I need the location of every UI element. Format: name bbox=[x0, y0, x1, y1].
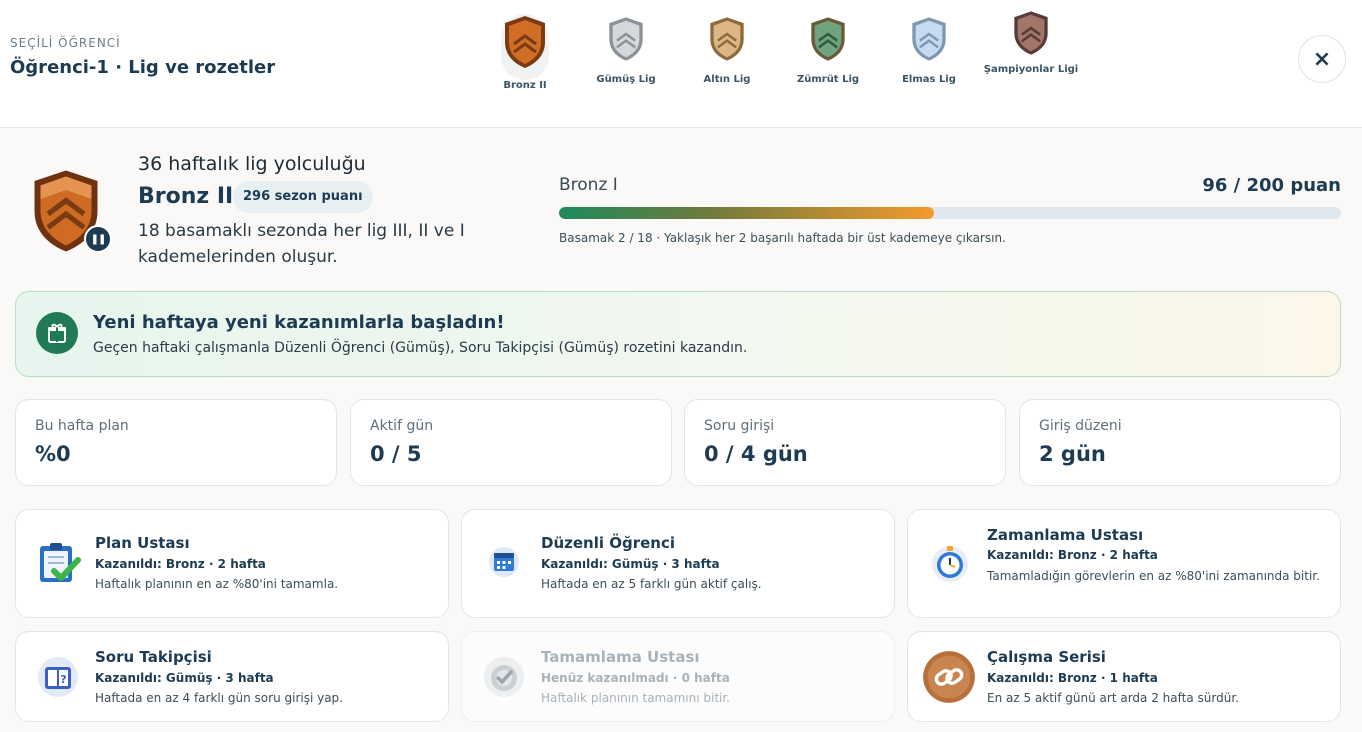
stat-label: Giriş düzeni bbox=[1039, 418, 1122, 434]
league-name: Şampiyonlar Ligi bbox=[983, 64, 1079, 75]
badge-status: Henüz kazanılmadı · 0 hafta bbox=[541, 671, 730, 685]
current-rank: Bronz II bbox=[138, 184, 234, 209]
close-button[interactable]: × bbox=[1298, 35, 1346, 83]
league-gold[interactable]: Altın Lig bbox=[677, 14, 777, 86]
selected-student-label: SEÇİLİ ÖĞRENCİ bbox=[10, 36, 121, 50]
calendar-icon bbox=[489, 547, 519, 577]
champions-shield-icon bbox=[1014, 11, 1048, 55]
achievement-banner: Yeni haftaya yeni kazanımlarla başladın!… bbox=[15, 291, 1341, 377]
diamond-shield-icon bbox=[912, 17, 946, 61]
badge-card-regular-student[interactable]: Düzenli Öğrenci Kazanıldı: Gümüş · 3 haf… bbox=[461, 509, 895, 618]
clipboard-check-icon bbox=[40, 543, 81, 582]
league-diamond[interactable]: Elmas Lig bbox=[879, 14, 979, 86]
next-rank-label: Bronz I bbox=[559, 175, 618, 195]
stat-card-question-entry: Soru girişi 0 / 4 gün bbox=[684, 399, 1006, 486]
season-points-badge: 296 sezon puanı bbox=[233, 181, 373, 213]
stat-label: Bu hafta plan bbox=[35, 418, 129, 434]
pause-icon: ❚❚ bbox=[84, 225, 112, 253]
badge-card-study-streak[interactable]: Çalışma Serisi Kazanıldı: Bronz · 1 haft… bbox=[907, 631, 1341, 722]
badge-card-question-tracker[interactable]: ? Soru Takipçisi Kazanıldı: Gümüş · 3 ha… bbox=[15, 631, 449, 722]
badge-status: Kazanıldı: Gümüş · 3 hafta bbox=[95, 671, 274, 685]
badge-title: Çalışma Serisi bbox=[987, 648, 1106, 666]
badge-description: En az 5 aktif günü art arda 2 hafta sürd… bbox=[987, 691, 1239, 705]
bronze-shield-icon bbox=[505, 16, 545, 68]
points-label: 96 / 200 puan bbox=[1202, 175, 1341, 196]
silver-shield-icon bbox=[609, 17, 643, 61]
league-name: Gümüş Lig bbox=[596, 74, 656, 85]
banner-text: Geçen haftaki çalışmanla Düzenli Öğrenci… bbox=[93, 340, 748, 356]
league-bronze[interactable]: Bronz II bbox=[475, 14, 575, 92]
badge-title: Düzenli Öğrenci bbox=[541, 534, 675, 552]
stat-label: Aktif gün bbox=[370, 418, 434, 434]
stat-card-plan: Bu hafta plan %0 bbox=[15, 399, 337, 486]
emerald-shield-icon bbox=[811, 17, 845, 61]
progress-track bbox=[559, 207, 1341, 219]
league-name: Altın Lig bbox=[703, 74, 751, 85]
league-name: Bronz II bbox=[503, 80, 547, 91]
badge-status: Kazanıldı: Bronz · 2 hafta bbox=[95, 557, 266, 571]
gold-shield-icon bbox=[710, 17, 744, 61]
stat-value: 0 / 5 bbox=[370, 442, 422, 466]
journey-text: 36 haftalık lig yolculuğu bbox=[138, 153, 366, 175]
badge-description: Haftalık planının en az %80'ini tamamla. bbox=[95, 577, 339, 591]
stopwatch-icon bbox=[932, 546, 968, 582]
league-emerald[interactable]: Zümrüt Lig bbox=[778, 14, 878, 86]
badge-title: Zamanlama Ustası bbox=[987, 526, 1144, 544]
league-description: 18 basamaklı sezonda her lig III, II ve … bbox=[138, 221, 465, 267]
stat-card-login-streak: Giriş düzeni 2 gün bbox=[1019, 399, 1341, 486]
league-champions[interactable]: Şampiyonlar Ligi bbox=[981, 8, 1081, 76]
stat-value: 2 gün bbox=[1039, 442, 1106, 466]
progress-fill bbox=[559, 207, 935, 219]
badge-status: Kazanıldı: Bronz · 2 hafta bbox=[987, 548, 1158, 562]
svg-text:?: ? bbox=[60, 673, 66, 686]
league-name: Elmas Lig bbox=[902, 74, 956, 85]
stat-value: %0 bbox=[35, 442, 71, 466]
badge-card-completion-master[interactable]: Tamamlama Ustası Henüz kazanılmadı · 0 h… bbox=[461, 631, 895, 722]
badge-title: Soru Takipçisi bbox=[95, 648, 212, 666]
target-icon bbox=[484, 657, 524, 697]
stat-value: 0 / 4 gün bbox=[704, 442, 808, 466]
badge-description: Tamamladığın görevlerin en az %80'ini za… bbox=[987, 569, 1320, 583]
badge-description: Haftada en az 4 farklı gün soru girişi y… bbox=[95, 691, 343, 705]
gift-icon bbox=[36, 312, 78, 354]
chain-link-icon bbox=[923, 651, 975, 703]
badge-status: Kazanıldı: Bronz · 1 hafta bbox=[987, 671, 1158, 685]
badge-description: Haftada en az 5 farklı gün aktif çalış. bbox=[541, 577, 762, 591]
stat-label: Soru girişi bbox=[704, 418, 775, 434]
banner-title: Yeni haftaya yeni kazanımlarla başladın! bbox=[93, 312, 505, 333]
badge-status: Kazanıldı: Gümüş · 3 hafta bbox=[541, 557, 720, 571]
badge-title: Plan Ustası bbox=[95, 534, 190, 552]
stat-card-active-days: Aktif gün 0 / 5 bbox=[350, 399, 672, 486]
badge-title: Tamamlama Ustası bbox=[541, 648, 700, 666]
top-bar: SEÇİLİ ÖĞRENCİ Öğrenci-1 · Lig ve rozetl… bbox=[0, 0, 1362, 128]
progress-note: Basamak 2 / 18 · Yaklaşık her 2 başarılı… bbox=[559, 231, 1006, 245]
badge-card-timing-master[interactable]: Zamanlama Ustası Kazanıldı: Bronz · 2 ha… bbox=[907, 509, 1341, 618]
league-silver[interactable]: Gümüş Lig bbox=[576, 14, 676, 86]
page-title: Öğrenci-1 · Lig ve rozetler bbox=[10, 57, 276, 78]
league-name: Zümrüt Lig bbox=[796, 74, 860, 85]
badge-description: Haftalık planının tamamını bitir. bbox=[541, 691, 730, 705]
badge-card-plan-master[interactable]: Plan Ustası Kazanıldı: Bronz · 2 hafta H… bbox=[15, 509, 449, 618]
question-book-icon: ? bbox=[38, 657, 78, 697]
